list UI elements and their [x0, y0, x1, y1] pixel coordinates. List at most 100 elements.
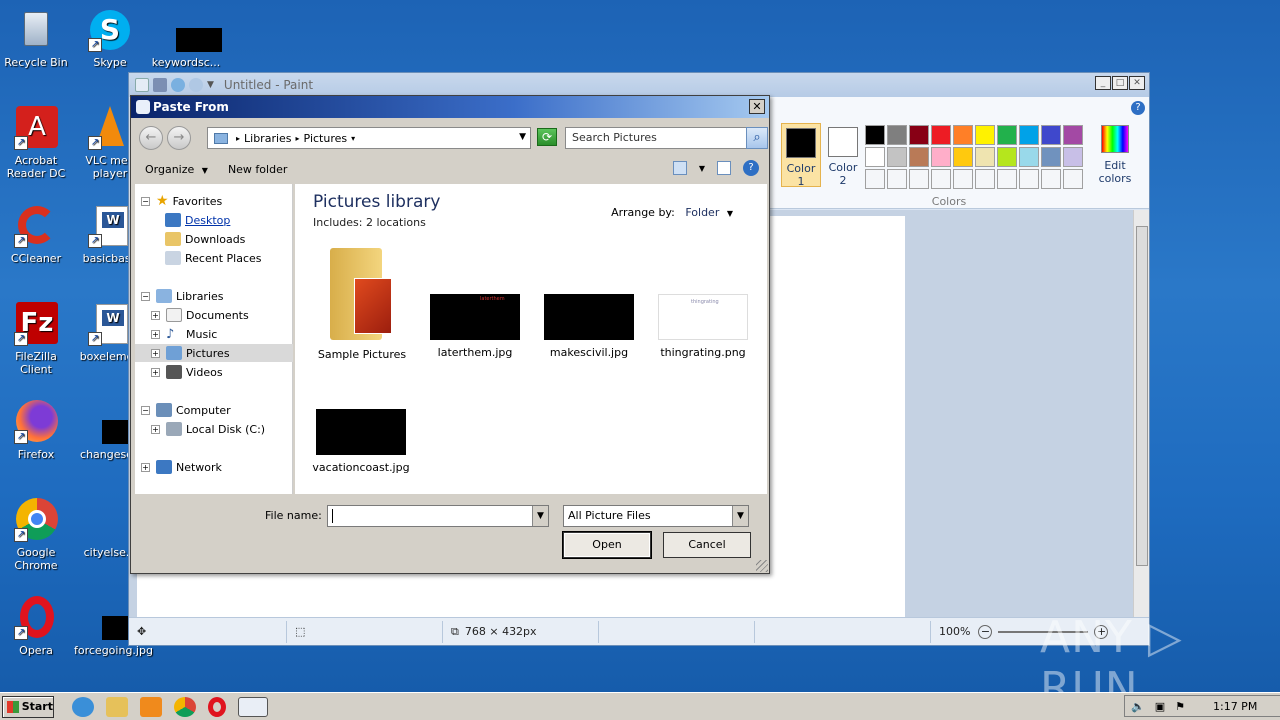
- file-type-dropdown-icon[interactable]: ▼: [732, 506, 748, 526]
- nav-documents[interactable]: + Documents: [135, 306, 293, 324]
- arrange-by-value[interactable]: Folder: [685, 206, 719, 219]
- redo-icon[interactable]: [189, 78, 203, 92]
- file-item-thingrating[interactable]: thingrating thingrating.png: [648, 294, 758, 359]
- nav-favorites[interactable]: − ★ Favorites: [135, 192, 293, 210]
- palette-swatch[interactable]: [997, 147, 1017, 167]
- breadcrumb-arrow-icon[interactable]: ▸: [296, 134, 300, 143]
- palette-swatch[interactable]: [909, 125, 929, 145]
- nav-videos[interactable]: + Videos: [135, 363, 293, 381]
- desktop-icon-skype[interactable]: S ↗ Skype: [74, 8, 146, 69]
- collapse-icon[interactable]: −: [141, 291, 150, 301]
- refresh-button[interactable]: ⟳: [537, 128, 557, 146]
- nav-pictures[interactable]: + Pictures: [135, 344, 293, 362]
- nav-local-disk[interactable]: + Local Disk (C:): [135, 420, 293, 438]
- collapse-icon[interactable]: −: [141, 405, 150, 415]
- custom-color-slot[interactable]: [953, 169, 973, 189]
- cancel-button[interactable]: Cancel: [663, 532, 751, 558]
- file-item-sample-pictures[interactable]: Sample Pictures: [307, 248, 417, 361]
- quick-access-dropdown-icon[interactable]: ▼: [207, 80, 214, 90]
- palette-swatch[interactable]: [1041, 125, 1061, 145]
- opera-icon[interactable]: [208, 696, 226, 717]
- palette-swatch[interactable]: [865, 147, 885, 167]
- collapse-icon[interactable]: −: [141, 196, 150, 206]
- desktop-icon-recycle-bin[interactable]: Recycle Bin: [0, 8, 72, 69]
- file-name-dropdown-icon[interactable]: ▼: [532, 506, 548, 526]
- desktop-icon-ccleaner[interactable]: ↗ CCleaner: [0, 204, 72, 265]
- desktop-icon-acrobat[interactable]: A ↗ Acrobat Reader DC: [0, 106, 72, 180]
- file-name-input[interactable]: ▼: [327, 505, 549, 527]
- palette-swatch[interactable]: [1041, 147, 1061, 167]
- palette-swatch[interactable]: [953, 125, 973, 145]
- zoom-out-button[interactable]: −: [978, 624, 993, 639]
- palette-swatch[interactable]: [975, 125, 995, 145]
- custom-color-slot[interactable]: [1041, 169, 1061, 189]
- custom-color-slot[interactable]: [997, 169, 1017, 189]
- dropdown-arrow-icon[interactable]: ▼: [727, 209, 733, 218]
- palette-swatch[interactable]: [953, 147, 973, 167]
- preview-pane-icon[interactable]: [717, 161, 731, 175]
- undo-icon[interactable]: [171, 78, 185, 92]
- breadcrumb-libraries[interactable]: Libraries: [244, 132, 292, 145]
- palette-swatch[interactable]: [887, 147, 907, 167]
- search-icon[interactable]: ⌕: [746, 127, 768, 149]
- expand-icon[interactable]: +: [141, 462, 150, 472]
- color2-button[interactable]: Color 2: [823, 123, 863, 187]
- nav-recent-places[interactable]: Recent Places: [135, 249, 293, 267]
- custom-color-slot[interactable]: [975, 169, 995, 189]
- desktop-icon-filezilla[interactable]: Fz ↗ FileZilla Client: [0, 302, 72, 376]
- custom-color-slot[interactable]: [865, 169, 885, 189]
- paint-taskbar-button[interactable]: [238, 696, 268, 717]
- view-dropdown-icon[interactable]: ▼: [699, 164, 705, 173]
- help-icon[interactable]: ?: [1131, 101, 1145, 115]
- save-icon[interactable]: [153, 78, 167, 92]
- minimize-button[interactable]: _: [1095, 76, 1111, 90]
- expand-icon[interactable]: +: [151, 367, 160, 377]
- desktop-icon-firefox[interactable]: ↗ Firefox: [0, 400, 72, 461]
- nav-libraries[interactable]: − Libraries: [135, 287, 293, 305]
- maximize-button[interactable]: □: [1112, 76, 1128, 90]
- forward-button[interactable]: →: [167, 126, 191, 150]
- palette-swatch[interactable]: [887, 125, 907, 145]
- nav-network[interactable]: + Network: [135, 458, 293, 476]
- palette-swatch[interactable]: [1063, 147, 1083, 167]
- clock[interactable]: 1:17 PM: [1213, 700, 1257, 713]
- color1-button[interactable]: Color 1: [781, 123, 821, 188]
- dialog-close-button[interactable]: ✕: [749, 99, 765, 114]
- resize-grip-icon[interactable]: [756, 560, 768, 572]
- breadcrumb-pictures[interactable]: Pictures: [304, 132, 348, 145]
- network-icon[interactable]: ▣: [1155, 700, 1165, 713]
- start-button[interactable]: Start: [2, 695, 54, 718]
- palette-swatch[interactable]: [865, 125, 885, 145]
- breadcrumb-arrow-icon[interactable]: ▾: [351, 134, 355, 143]
- file-item-vacationcoast[interactable]: vacationcoast.jpg: [306, 409, 416, 474]
- arrange-by[interactable]: Arrange by: Folder ▼: [611, 206, 733, 219]
- address-dropdown-icon[interactable]: ▼: [519, 132, 526, 142]
- desktop-icon-chrome[interactable]: ↗ Google Chrome: [0, 498, 72, 572]
- nav-desktop[interactable]: Desktop: [135, 211, 293, 229]
- new-folder-button[interactable]: New folder: [218, 163, 297, 176]
- palette-swatch[interactable]: [909, 147, 929, 167]
- palette-swatch[interactable]: [997, 125, 1017, 145]
- palette-swatch[interactable]: [1063, 125, 1083, 145]
- ie-icon[interactable]: [72, 696, 94, 717]
- file-item-makescivil[interactable]: makescivil.jpg: [534, 294, 644, 359]
- nav-music[interactable]: + ♪ Music: [135, 325, 293, 343]
- address-bar[interactable]: ▸ Libraries ▸ Pictures ▾ ▼: [207, 127, 531, 149]
- expand-icon[interactable]: +: [151, 348, 160, 358]
- custom-color-slot[interactable]: [931, 169, 951, 189]
- vertical-scrollbar[interactable]: [1133, 210, 1149, 617]
- close-button[interactable]: ✕: [1129, 76, 1145, 90]
- desktop-icon-opera[interactable]: ↗ Opera: [0, 596, 72, 657]
- help-icon[interactable]: ?: [743, 160, 759, 176]
- file-type-select[interactable]: All Picture Files ▼: [563, 505, 749, 527]
- search-input[interactable]: Search Pictures ⌕: [565, 127, 768, 149]
- chrome-icon[interactable]: [174, 696, 196, 717]
- palette-swatch[interactable]: [931, 125, 951, 145]
- action-center-flag-icon[interactable]: ⚑: [1175, 700, 1185, 713]
- nav-computer[interactable]: − Computer: [135, 401, 293, 419]
- palette-swatch[interactable]: [1019, 147, 1039, 167]
- change-view-icon[interactable]: [672, 161, 687, 175]
- desktop-icon-keywordsc[interactable]: keywordsc...: [150, 8, 222, 69]
- volume-icon[interactable]: 🔈: [1131, 700, 1145, 713]
- organize-button[interactable]: Organize ▼: [135, 163, 218, 176]
